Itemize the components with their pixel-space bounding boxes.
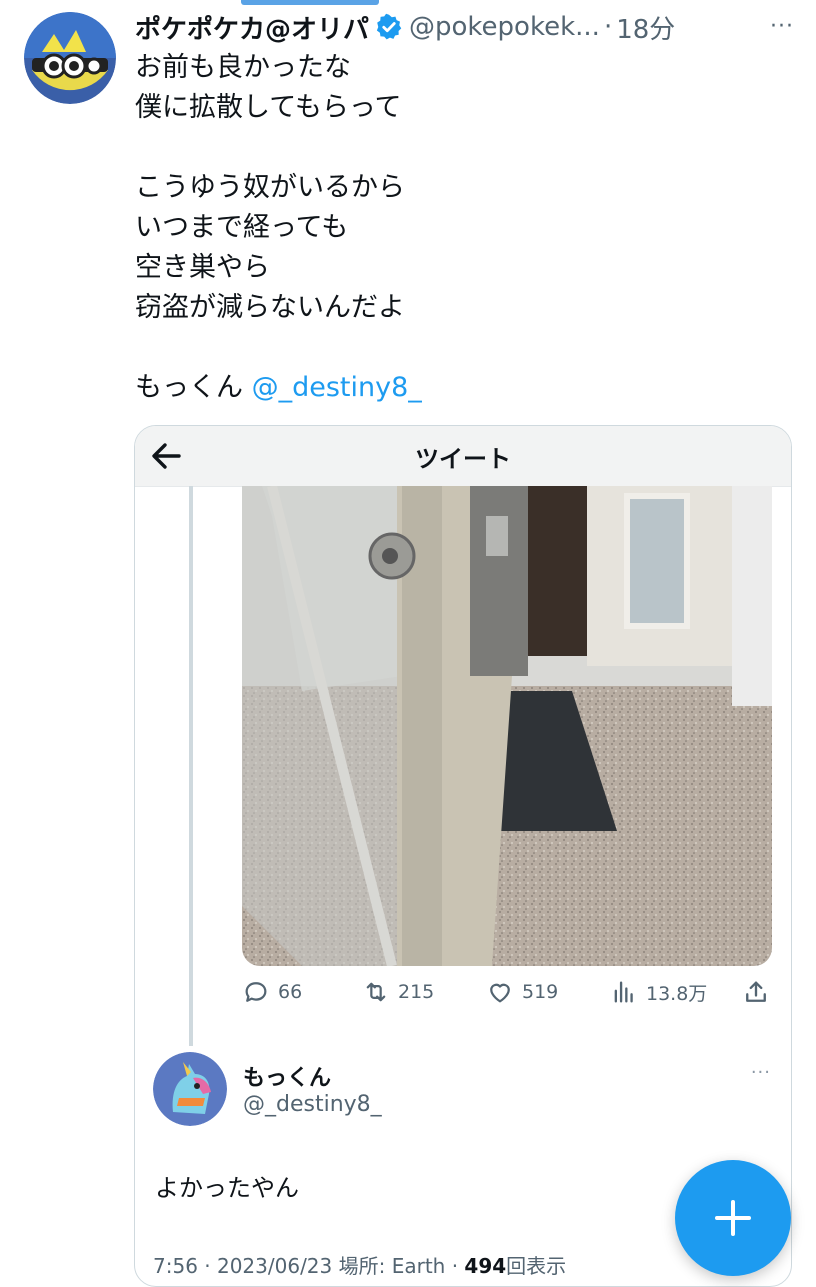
tweet-line: お前も良かったな — [135, 52, 351, 83]
tweet-line: 空き巣やら — [135, 252, 270, 283]
pokeball-avatar-image — [24, 12, 116, 104]
verified-badge-icon — [376, 13, 402, 40]
share-icon — [746, 981, 766, 1002]
thread-connector-line — [189, 486, 193, 1046]
reply-author-avatar[interactable] — [153, 1052, 227, 1126]
reply-action[interactable]: 66 — [242, 978, 302, 1006]
reply-timestamp-location: 7:56 · 2023/06/23 場所: Earth · — [153, 1254, 465, 1278]
plus-icon — [715, 1200, 751, 1236]
author-display-name[interactable]: ポケポケカ@オリパ — [135, 9, 369, 46]
reply-icon — [245, 982, 267, 1002]
like-count: 519 — [522, 981, 559, 1003]
reply-handle[interactable]: @_destiny8_ — [243, 1092, 382, 1117]
reply-view-label: 回表示 — [506, 1254, 567, 1278]
more-options-button[interactable]: ··· — [770, 14, 794, 39]
views-count: 13.8万 — [646, 982, 708, 1005]
mention-link[interactable]: @_destiny8_ — [252, 372, 422, 403]
embedded-action-bar: 66 215 519 13.8万 — [242, 978, 772, 1008]
tweet-line: 僕に拡散してもらって — [135, 92, 402, 123]
reply-display-name[interactable]: もっくん — [243, 1060, 331, 1092]
heart-icon — [490, 983, 510, 1003]
retweet-count: 215 — [398, 981, 435, 1003]
reply-more-options[interactable]: ··· — [751, 1062, 771, 1083]
retweet-icon — [366, 982, 386, 1002]
tweet-line: 窃盗が減らないんだよ — [135, 292, 405, 323]
author-handle[interactable]: @pokepokek... — [409, 12, 600, 42]
views-action[interactable]: 13.8万 — [610, 978, 707, 1006]
author-avatar[interactable] — [24, 12, 116, 104]
compose-tweet-button[interactable] — [675, 1160, 791, 1276]
door-photo[interactable] — [242, 486, 772, 966]
analytics-icon — [614, 981, 633, 1003]
reply-text: よかったやん — [155, 1174, 299, 1202]
embedded-screenshot-card[interactable]: ツイート 66 215 519 13.8万 もっくん @_destiny8_ ·… — [134, 425, 792, 1287]
reply-view-count: 494 — [464, 1254, 507, 1278]
tweet-time[interactable]: 18分 — [616, 9, 675, 46]
tweet-line: もっくん — [135, 372, 252, 403]
share-action[interactable] — [742, 978, 770, 1006]
llama-avatar-image — [153, 1052, 227, 1126]
reply-meta: 7:56 · 2023/06/23 場所: Earth · 494回表示 — [153, 1250, 566, 1279]
tweet-body: お前も良かったな 僕に拡散してもらって こうゆう奴がいるから いつまで経っても … — [135, 48, 422, 408]
reply-count: 66 — [278, 981, 303, 1003]
separator: · — [603, 12, 613, 42]
top-scroll-indicator — [241, 0, 379, 5]
retweet-action[interactable]: 215 — [362, 978, 434, 1006]
tweet-line: こうゆう奴がいるから — [135, 172, 405, 203]
card-header-title: ツイート — [415, 445, 511, 473]
like-action[interactable]: 519 — [486, 978, 558, 1006]
tweet-header: ポケポケカ@オリパ @pokepokek... · 18分 — [135, 8, 792, 46]
broken-door-image — [242, 486, 772, 966]
card-header: ツイート — [135, 426, 791, 487]
tweet-line: いつまで経っても — [135, 212, 349, 243]
